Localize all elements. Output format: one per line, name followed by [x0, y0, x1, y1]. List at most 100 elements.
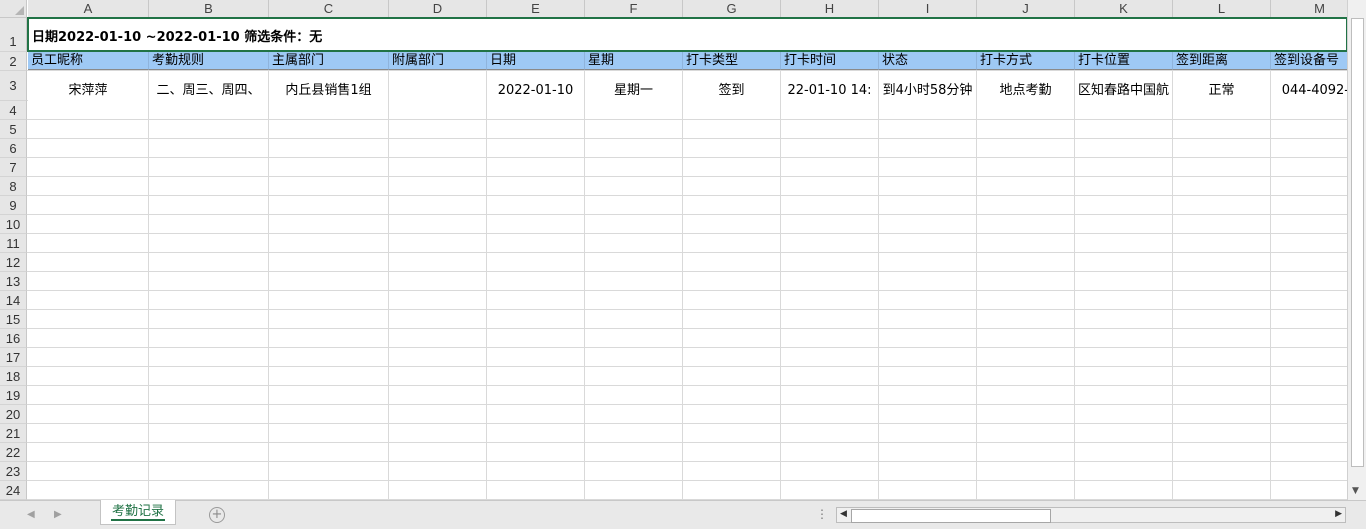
- row-header-13[interactable]: 13: [0, 272, 27, 291]
- scroll-right-arrow-icon[interactable]: ▶: [1335, 509, 1342, 519]
- row-header-9[interactable]: 9: [0, 196, 27, 215]
- spreadsheet-grid[interactable]: ABCDEFGHIJKLM 1 2 3 4 5 6 7 8 9 10 11 12 13 14 15 16 17 1…: [0, 0, 1347, 500]
- row-header-20[interactable]: 20: [0, 405, 27, 424]
- column-header-l[interactable]: L: [1173, 0, 1271, 18]
- vertical-scrollbar[interactable]: ▼: [1347, 0, 1366, 500]
- row-gridline: [27, 119, 1347, 120]
- sheet-tab-bar: ◀ ▶ 考勤记录 + ⋮ ◀ ▶: [0, 500, 1366, 529]
- sheet-tab-label: 考勤记录: [111, 504, 164, 519]
- row-header-23[interactable]: 23: [0, 462, 27, 481]
- header-cell[interactable]: 打卡位置: [1075, 52, 1173, 70]
- header-cell[interactable]: 签到设备号: [1271, 52, 1347, 70]
- row-gridline: [27, 366, 1347, 367]
- row-gridline: [27, 347, 1347, 348]
- row-gridline: [27, 404, 1347, 405]
- selected-cell-border: [27, 17, 1347, 52]
- row-header-10[interactable]: 10: [0, 215, 27, 234]
- column-header-b[interactable]: B: [149, 0, 269, 18]
- header-cell[interactable]: 考勤规则: [149, 52, 269, 70]
- column-header-m[interactable]: M: [1271, 0, 1347, 18]
- scroll-down-arrow-icon[interactable]: ▼: [1352, 486, 1359, 496]
- header-cell[interactable]: 状态: [879, 52, 977, 70]
- row-header-12[interactable]: 12: [0, 253, 27, 272]
- row-header-2[interactable]: 2: [0, 52, 27, 71]
- column-header-i[interactable]: I: [879, 0, 977, 18]
- row-gridline: [27, 461, 1347, 462]
- row-header-1[interactable]: 1: [0, 18, 27, 52]
- row-gridline: [27, 138, 1347, 139]
- sheet-tab[interactable]: 考勤记录: [100, 500, 176, 525]
- column-header-a[interactable]: A: [28, 0, 149, 18]
- header-cell[interactable]: 员工昵称: [28, 52, 149, 70]
- row-header-16[interactable]: 16: [0, 329, 27, 348]
- row-header-7[interactable]: 7: [0, 158, 27, 177]
- row-gridline: [27, 290, 1347, 291]
- row-header-22[interactable]: 22: [0, 443, 27, 462]
- data-cell[interactable]: 到4小时58分钟: [879, 71, 977, 101]
- next-sheet-arrow-icon[interactable]: ▶: [54, 509, 62, 520]
- row-gridline: [27, 480, 1347, 481]
- row-header-14[interactable]: 14: [0, 291, 27, 310]
- header-cell[interactable]: 签到距离: [1173, 52, 1271, 70]
- header-cell[interactable]: 星期: [585, 52, 683, 70]
- column-header-h[interactable]: H: [781, 0, 879, 18]
- row-gridline: [27, 385, 1347, 386]
- header-cell[interactable]: 打卡时间: [781, 52, 879, 70]
- column-header-g[interactable]: G: [683, 0, 781, 18]
- splitter-dots-icon[interactable]: ⋮: [816, 507, 828, 521]
- header-cell[interactable]: 打卡类型: [683, 52, 781, 70]
- vertical-scroll-thumb[interactable]: [1351, 18, 1364, 467]
- row-gridline: [27, 157, 1347, 158]
- data-cell[interactable]: 签到: [683, 71, 781, 101]
- column-header-j[interactable]: J: [977, 0, 1075, 18]
- column-header-k[interactable]: K: [1075, 0, 1173, 18]
- active-tab-indicator: [111, 519, 165, 521]
- header-cell[interactable]: 附属部门: [389, 52, 487, 70]
- row-gridline: [27, 214, 1347, 215]
- data-cell[interactable]: [389, 71, 487, 101]
- data-cell[interactable]: 宋萍萍: [28, 71, 149, 101]
- row-header-21[interactable]: 21: [0, 424, 27, 443]
- row-header-6[interactable]: 6: [0, 139, 27, 158]
- row-gridline: [27, 271, 1347, 272]
- header-cell[interactable]: 打卡方式: [977, 52, 1075, 70]
- row-gridline: [27, 423, 1347, 424]
- data-cell[interactable]: 2022-01-10: [487, 71, 585, 101]
- row-header-17[interactable]: 17: [0, 348, 27, 367]
- horizontal-scrollbar[interactable]: ◀ ▶: [836, 507, 1346, 523]
- data-cell[interactable]: 内丘县销售1组: [269, 71, 389, 101]
- row-header-24[interactable]: 24: [0, 481, 27, 500]
- scroll-left-arrow-icon[interactable]: ◀: [840, 509, 847, 519]
- data-cell[interactable]: 星期一: [585, 71, 683, 101]
- row-header-8[interactable]: 8: [0, 177, 27, 196]
- row-header-15[interactable]: 15: [0, 310, 27, 329]
- row-header-3[interactable]: 3: [0, 71, 27, 101]
- data-cell[interactable]: 22-01-10 14:: [781, 71, 879, 101]
- data-cell[interactable]: 区知春路中国航: [1075, 71, 1173, 101]
- row-header-5[interactable]: 5: [0, 120, 27, 139]
- column-header-f[interactable]: F: [585, 0, 683, 18]
- data-cell[interactable]: 正常: [1173, 71, 1271, 101]
- row-header-4[interactable]: 4: [0, 101, 27, 120]
- row-header-11[interactable]: 11: [0, 234, 27, 253]
- select-all-triangle-icon: [15, 6, 24, 15]
- row-gridline: [27, 233, 1347, 234]
- column-header-c[interactable]: C: [269, 0, 389, 18]
- column-header-e[interactable]: E: [487, 0, 585, 18]
- row-header-19[interactable]: 19: [0, 386, 27, 405]
- row-gridline: [27, 328, 1347, 329]
- header-cell[interactable]: 主属部门: [269, 52, 389, 70]
- row-gridline: [27, 176, 1347, 177]
- row-gridline: [27, 442, 1347, 443]
- horizontal-scroll-thumb[interactable]: [851, 509, 1051, 523]
- header-cell[interactable]: 日期: [487, 52, 585, 70]
- data-cell[interactable]: 地点考勤: [977, 71, 1075, 101]
- row-gridline: [27, 309, 1347, 310]
- select-all-corner[interactable]: [0, 0, 27, 18]
- prev-sheet-arrow-icon[interactable]: ◀: [27, 509, 35, 520]
- column-header-d[interactable]: D: [389, 0, 487, 18]
- row-header-18[interactable]: 18: [0, 367, 27, 386]
- data-cell[interactable]: 044-4092-9: [1271, 71, 1347, 101]
- data-cell[interactable]: 二、周三、周四、: [149, 71, 269, 101]
- add-sheet-plus-icon[interactable]: +: [209, 507, 225, 523]
